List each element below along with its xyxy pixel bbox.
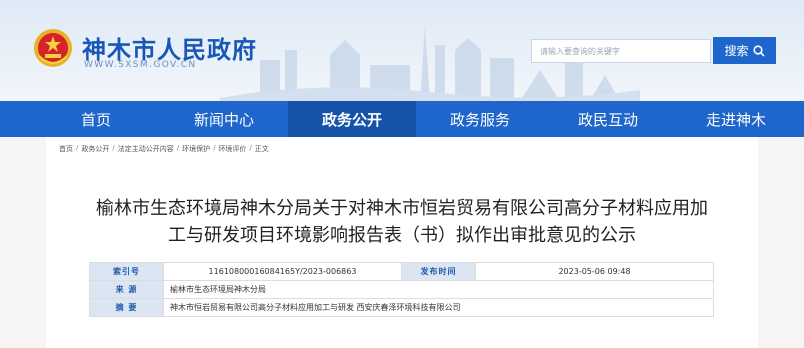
- breadcrumb-current: 正文: [254, 145, 269, 153]
- breadcrumb-separator: /: [249, 144, 252, 152]
- summary-value: 神木市恒岩贸易有限公司高分子材料应用加工与研发 西安庆春泽环境科技有限公司: [163, 298, 714, 317]
- publish-date-label: 发布时间: [401, 262, 476, 281]
- nav-item-gov-affairs-open[interactable]: 政务公开: [288, 101, 416, 137]
- breadcrumb-separator: /: [176, 144, 180, 152]
- search-input[interactable]: [531, 39, 711, 63]
- summary-label: 摘 要: [89, 298, 164, 317]
- source-value: 榆林市生态环境局神木分局: [163, 280, 714, 299]
- search-button-label: 搜索: [724, 44, 749, 58]
- meta-row: 索引号 11610800016084165Y/2023-006863 发布时间 …: [89, 262, 714, 281]
- breadcrumb-environment[interactable]: 环境保护: [182, 144, 210, 154]
- breadcrumb-eia[interactable]: 环境评价: [218, 144, 246, 154]
- article-title: 榆林市生态环境局神木分局关于对神木市恒岩贸易有限公司高分子材料应用加 工与研发项…: [60, 195, 744, 249]
- meta-row: 摘 要 神木市恒岩贸易有限公司高分子材料应用加工与研发 西安庆春泽环境科技有限公…: [89, 298, 714, 317]
- nav-item-gov-services[interactable]: 政务服务: [416, 101, 544, 137]
- breadcrumb-gov-affairs[interactable]: 政务公开: [81, 144, 109, 154]
- breadcrumb-home[interactable]: 首页: [59, 144, 73, 154]
- breadcrumb-separator: /: [213, 144, 216, 152]
- source-label: 来 源: [89, 280, 164, 299]
- site-header: 神木市人民政府 WWW.SXSM.GOV.CN 搜索: [0, 0, 804, 101]
- article-title-line2: 工与研发项目环境影响报告表（书）拟作出审批意见的公示: [168, 225, 636, 246]
- publish-date-value: 2023-05-06 09:48: [475, 262, 714, 281]
- search-button[interactable]: 搜索: [713, 37, 776, 64]
- breadcrumb-statutory-content[interactable]: 法定主动公开内容: [118, 144, 174, 154]
- nav-item-interaction[interactable]: 政民互动: [544, 101, 672, 137]
- breadcrumb-separator: /: [76, 144, 79, 152]
- nav-item-about-shenmu[interactable]: 走进神木: [672, 101, 800, 137]
- index-number-value: 11610800016084165Y/2023-006863: [163, 262, 402, 281]
- national-emblem-icon[interactable]: [33, 28, 73, 68]
- search-icon: [752, 44, 765, 57]
- breadcrumb: 首页 / 政务公开 / 法定主动公开内容 / 环境保护 / 环境评价 / 正文: [59, 144, 269, 154]
- nav-item-home[interactable]: 首页: [32, 101, 160, 137]
- index-number-label: 索引号: [89, 262, 164, 281]
- site-url: WWW.SXSM.GOV.CN: [84, 60, 197, 70]
- article-title-line1: 榆林市生态环境局神木分局关于对神木市恒岩贸易有限公司高分子材料应用加: [96, 198, 708, 219]
- breadcrumb-separator: /: [112, 144, 115, 152]
- article-meta-table: 索引号 11610800016084165Y/2023-006863 发布时间 …: [89, 262, 714, 317]
- main-nav: 首页 新闻中心 政务公开 政务服务 政民互动 走进神木: [0, 101, 804, 137]
- meta-row: 来 源 榆林市生态环境局神木分局: [89, 280, 714, 299]
- nav-item-news[interactable]: 新闻中心: [160, 101, 288, 137]
